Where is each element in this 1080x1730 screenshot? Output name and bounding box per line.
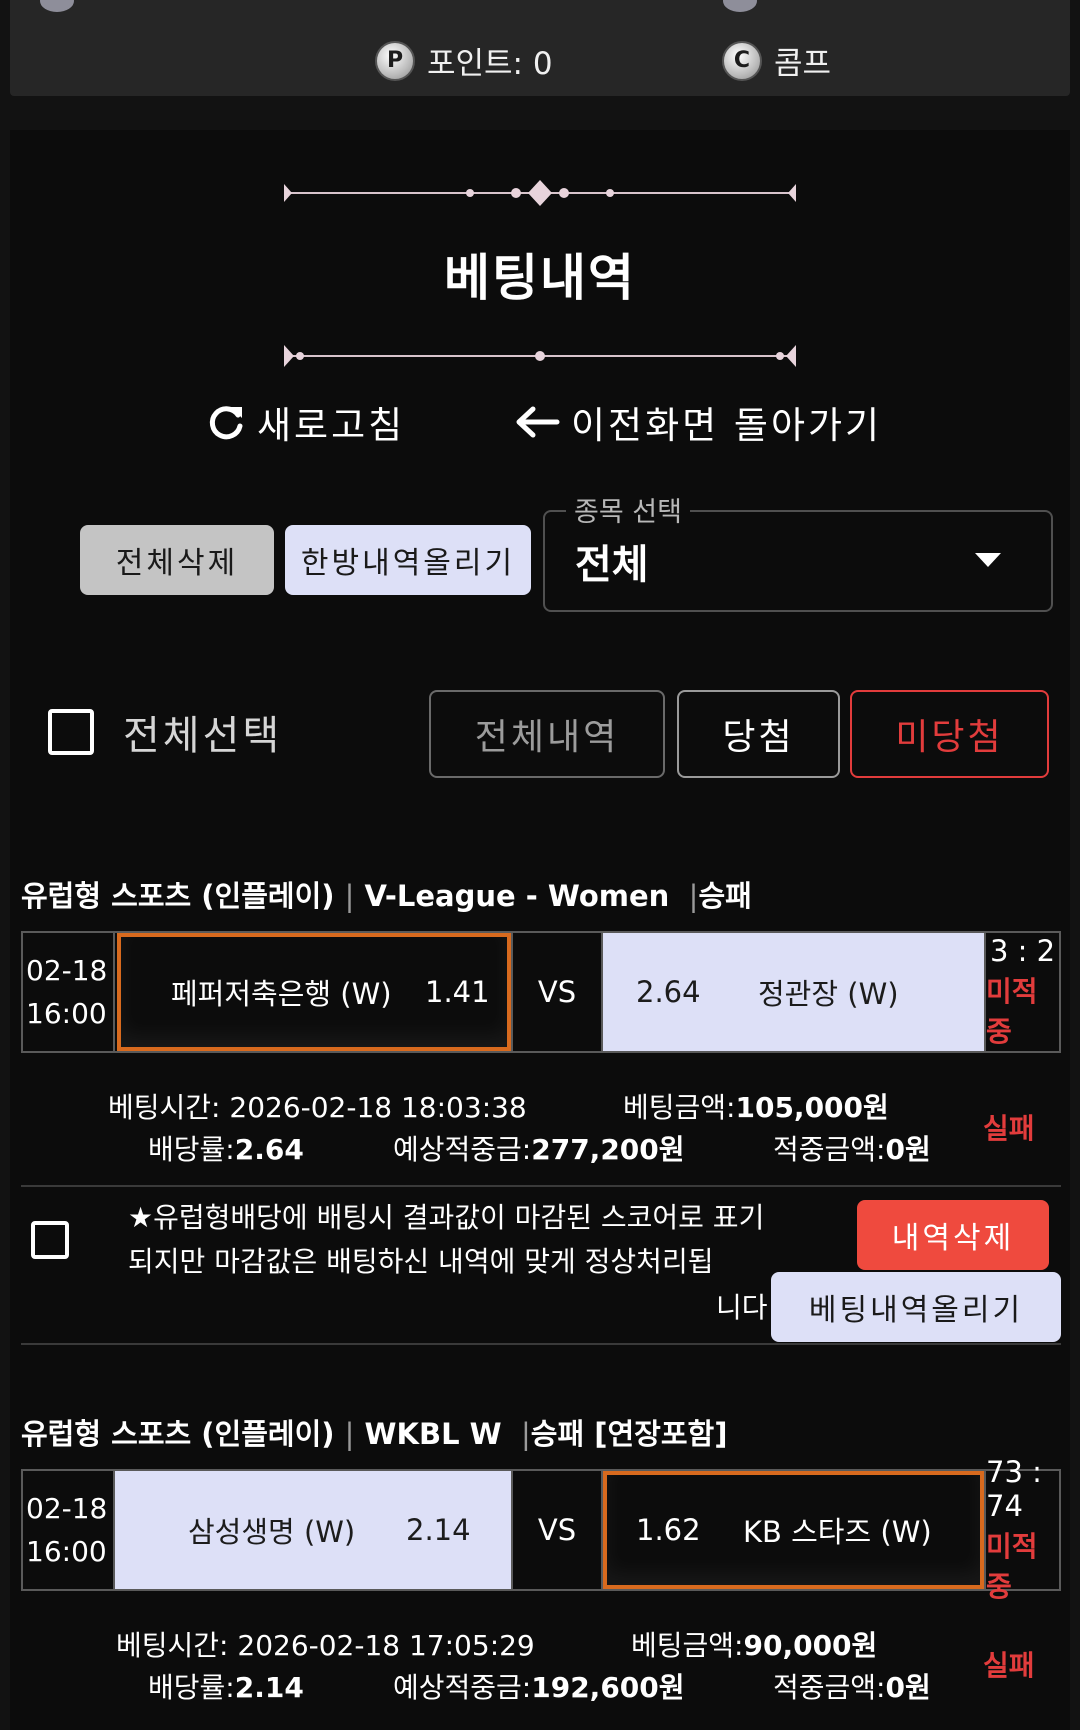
bet-league: WKBL W: [364, 1417, 502, 1451]
bet-odds: 배당률:2.14: [148, 1671, 304, 1704]
page-title: 베팅내역: [444, 249, 636, 307]
upload-onehit-button[interactable]: 한방내역올리기: [285, 525, 531, 595]
bet-category: 유럽형 스포츠 (인플레이): [21, 879, 335, 913]
score-value: 3 : 2: [989, 934, 1056, 968]
bet-market: 승패 [연장포함]: [530, 1417, 728, 1451]
match-score: 73 : 74 미적중: [984, 1455, 1059, 1603]
bet-odds: 배당률:2.64: [148, 1133, 304, 1166]
delete-all-button[interactable]: 전체삭제: [80, 525, 274, 595]
score-value: 73 : 74: [986, 1455, 1042, 1523]
bet-expected: 예상적중금:192,600원: [393, 1671, 685, 1704]
away-team-odds: 2.64: [636, 975, 701, 1009]
match-time: 16:00: [26, 997, 107, 1030]
away-team-name: 정관장 (W): [758, 977, 899, 1011]
arrow-left-icon: [516, 406, 560, 438]
away-team-pick[interactable]: 1.62 KB 스타즈 (W): [603, 1471, 984, 1589]
match-row: 02-18 16:00 삼성생명 (W) 2.14 VS 1.62 KB 스타즈…: [21, 1455, 1061, 1603]
match-row: 02-18 16:00 페퍼저축은행 (W) 1.41 VS 2.64 정관장 …: [21, 931, 1061, 1053]
points-icon: P: [375, 40, 415, 81]
ornament-top-icon: [284, 180, 796, 206]
tab-all-history[interactable]: 전체내역: [429, 690, 665, 778]
notice-text: ★유럽형배당에 배팅시 결과값이 마감된 스코어로 표기되지만 마감값은 배팅하…: [128, 1201, 765, 1278]
score-status: 미적중: [986, 975, 1038, 1048]
away-team-pick[interactable]: 2.64 정관장 (W): [603, 933, 984, 1051]
comp-label: 콤프: [774, 46, 832, 82]
back-label: 이전화면 돌아가기: [571, 404, 883, 447]
bet-category: 유럽형 스포츠 (인플레이): [21, 1417, 335, 1451]
notice-text-end: 니다: [716, 1291, 768, 1324]
sport-select-label: 종목 선택: [566, 490, 690, 529]
vs-label: VS: [511, 1471, 603, 1589]
upload-bet-history-button[interactable]: 베팅내역올리기: [771, 1272, 1061, 1342]
bet-select-checkbox[interactable]: [31, 1221, 69, 1259]
bet-title: 유럽형 스포츠 (인플레이) | V-League - Women |승패: [21, 879, 752, 913]
home-team-pick[interactable]: 페퍼저축은행 (W) 1.41: [117, 933, 511, 1051]
home-team-odds: 1.41: [425, 975, 490, 1009]
refresh-icon: [209, 406, 243, 440]
bet-time: 베팅시간: 2026-02-18 17:05:29: [116, 1629, 535, 1662]
divider: [21, 1185, 1061, 1187]
level-icon: [40, 0, 74, 12]
tab-lost[interactable]: 미당첨: [850, 690, 1049, 778]
match-date: 02-18: [26, 954, 108, 987]
bet-result: 실패: [983, 1649, 1035, 1682]
bet-market: 승패: [698, 879, 752, 913]
bet-league: V-League - Women: [364, 879, 670, 913]
bet-amount: 베팅금액:90,000원: [631, 1629, 878, 1662]
match-datetime: 02-18 16:00: [23, 933, 115, 1051]
select-all-checkbox[interactable]: [48, 709, 94, 755]
vs-label: VS: [511, 933, 603, 1051]
match-score: 3 : 2 미적중: [984, 933, 1059, 1051]
select-all-label[interactable]: 전체선택: [123, 703, 282, 761]
divider: [21, 1343, 1061, 1345]
ornament-bottom-icon: [284, 345, 796, 367]
bet-expected: 예상적중금:277,200원: [393, 1133, 685, 1166]
home-team-name: 삼성생명 (W): [188, 1515, 356, 1549]
match-time: 16:00: [26, 1535, 107, 1568]
bet-title: 유럽형 스포츠 (인플레이) | WKBL W |승패 [연장포함]: [21, 1417, 728, 1451]
away-team-odds: 1.62: [636, 1513, 701, 1547]
bet-result: 실패: [983, 1112, 1035, 1145]
bet-win-amount: 적중금액:0원: [773, 1133, 931, 1166]
caret-down-icon: [975, 553, 1001, 567]
points-label: 포인트: 0: [427, 46, 553, 82]
comp-icon: C: [722, 40, 762, 81]
points-display: P 포인트: 0: [375, 38, 553, 83]
home-team-odds: 2.14: [406, 1513, 471, 1547]
bet-time: 베팅시간: 2026-02-18 18:03:38: [108, 1091, 527, 1124]
bet-amount: 베팅금액:105,000원: [623, 1091, 889, 1124]
match-datetime: 02-18 16:00: [23, 1471, 115, 1589]
sport-select-value: 전체: [575, 542, 649, 588]
bet-win-amount: 적중금액:0원: [773, 1671, 931, 1704]
tab-won[interactable]: 당첨: [677, 690, 840, 778]
coin-icon: [723, 0, 757, 12]
away-team-name: KB 스타즈 (W): [743, 1515, 932, 1549]
back-button[interactable]: 이전화면 돌아가기: [513, 395, 882, 449]
delete-history-button[interactable]: 내역삭제: [857, 1200, 1049, 1270]
comp-display[interactable]: C 콤프: [722, 38, 831, 83]
match-date: 02-18: [26, 1492, 108, 1525]
home-team-pick[interactable]: 삼성생명 (W) 2.14: [115, 1471, 511, 1589]
score-status: 미적중: [986, 1530, 1038, 1603]
refresh-button[interactable]: 새로고침: [205, 395, 405, 449]
refresh-label: 새로고침: [257, 404, 406, 447]
home-team-name: 페퍼저축은행 (W): [171, 977, 392, 1011]
